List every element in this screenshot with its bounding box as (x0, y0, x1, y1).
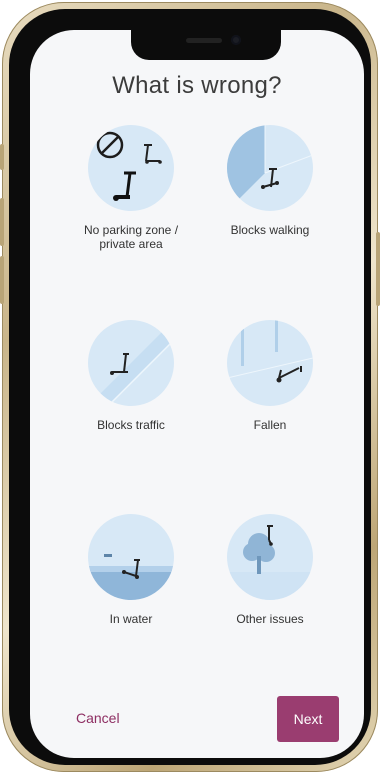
phone-bezel: What is wrong? No parking zone / private… (9, 9, 371, 765)
road-icon (88, 320, 174, 406)
no-parking-icon (88, 125, 174, 211)
option-label: Fallen (253, 418, 287, 432)
mute-switch (0, 144, 4, 170)
option-no-parking[interactable]: No parking zone / private area (66, 125, 196, 251)
option-blocks-traffic[interactable]: Blocks traffic (66, 320, 196, 432)
option-blocks-walking[interactable]: Blocks walking (205, 125, 335, 237)
page-title: What is wrong? (112, 72, 282, 99)
option-label: In water (109, 612, 153, 626)
walkway-icon (227, 125, 313, 211)
front-camera (231, 35, 241, 45)
phone-frame: What is wrong? No parking zone / private… (0, 2, 380, 772)
fallen-scooter-icon (227, 320, 313, 406)
volume-down-button (0, 256, 4, 304)
option-label: Other issues (236, 612, 304, 626)
option-fallen[interactable]: Fallen (205, 320, 335, 432)
app-screen: What is wrong? No parking zone / private… (30, 30, 364, 758)
next-button[interactable]: Next (277, 696, 339, 742)
water-icon (88, 514, 174, 600)
option-label: private area (99, 237, 163, 251)
tree-icon (227, 514, 313, 600)
option-in-water[interactable]: In water (66, 514, 196, 626)
speaker-grille (186, 38, 222, 43)
volume-up-button (0, 198, 4, 246)
option-label: Blocks walking (230, 223, 310, 237)
power-button (376, 232, 380, 306)
notch (131, 30, 281, 60)
option-other-issues[interactable]: Other issues (205, 514, 335, 626)
option-label: Blocks traffic (97, 418, 165, 432)
option-label: No parking zone / (83, 223, 179, 237)
cancel-button[interactable]: Cancel (76, 710, 120, 726)
